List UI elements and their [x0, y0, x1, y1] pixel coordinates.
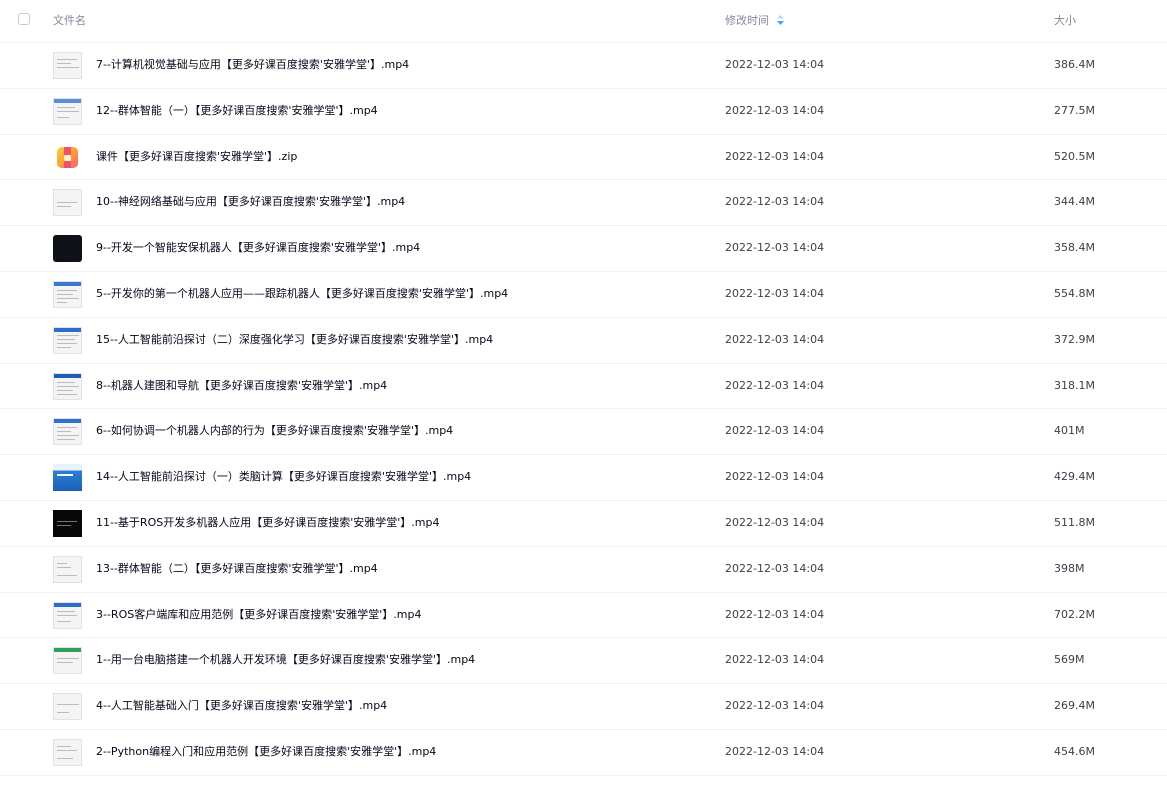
file-modified-time: 2022-12-03 14:04 [725, 378, 825, 392]
video-thumbnail [53, 52, 82, 79]
file-modified-time: 2022-12-03 14:04 [725, 195, 825, 209]
file-size: 569M [1054, 653, 1085, 667]
file-name[interactable]: 4--人工智能基础入门【更多好课百度搜索'安雅学堂'】.mp4 [96, 699, 387, 713]
file-modified-time: 2022-12-03 14:04 [725, 424, 825, 438]
file-name[interactable]: 课件【更多好课百度搜索'安雅学堂'】.zip [96, 150, 297, 164]
file-row[interactable]: 7--计算机视觉基础与应用【更多好课百度搜索'安雅学堂'】.mp4 2022-12… [0, 43, 1167, 89]
column-header-modified-time[interactable]: 修改时间 [725, 14, 769, 28]
file-row[interactable]: 15--人工智能前沿探讨（二）深度强化学习【更多好课百度搜索'安雅学堂'】.mp… [0, 318, 1167, 364]
file-name[interactable]: 5--开发你的第一个机器人应用——跟踪机器人【更多好课百度搜索'安雅学堂'】.m… [96, 287, 508, 301]
video-thumbnail [53, 509, 82, 537]
video-thumbnail [53, 280, 82, 308]
video-thumbnail [53, 372, 82, 400]
file-name[interactable]: 2--Python编程入门和应用范例【更多好课百度搜索'安雅学堂'】.mp4 [96, 745, 436, 759]
video-thumbnail [53, 693, 82, 721]
file-modified-time: 2022-12-03 14:04 [725, 470, 825, 484]
file-list: 7--计算机视觉基础与应用【更多好课百度搜索'安雅学堂'】.mp4 2022-12… [0, 43, 1167, 776]
file-modified-time: 2022-12-03 14:04 [725, 286, 825, 300]
column-header-filename[interactable]: 文件名 [53, 14, 86, 28]
video-thumbnail [53, 738, 82, 766]
file-modified-time: 2022-12-03 14:04 [725, 699, 825, 713]
file-size: 344.4M [1054, 195, 1095, 209]
video-thumbnail [53, 418, 82, 446]
file-size: 554.8M [1054, 286, 1095, 300]
file-name[interactable]: 1--用一台电脑搭建一个机器人开发环境【更多好课百度搜索'安雅学堂'】.mp4 [96, 653, 475, 667]
file-list-header: 文件名 修改时间 大小 [0, 0, 1167, 43]
file-name[interactable]: 15--人工智能前沿探讨（二）深度强化学习【更多好课百度搜索'安雅学堂'】.mp… [96, 333, 493, 347]
file-modified-time: 2022-12-03 14:04 [725, 515, 825, 529]
file-name[interactable]: 11--基于ROS开发多机器人应用【更多好课百度搜索'安雅学堂'】.mp4 [96, 516, 439, 530]
file-modified-time: 2022-12-03 14:04 [725, 58, 825, 71]
file-size: 702.2M [1054, 607, 1095, 621]
video-thumbnail [53, 464, 82, 492]
file-name[interactable]: 10--神经网络基础与应用【更多好课百度搜索'安雅学堂'】.mp4 [96, 195, 405, 209]
video-thumbnail [53, 326, 82, 354]
file-row[interactable]: 6--如何协调一个机器人内部的行为【更多好课百度搜索'安雅学堂'】.mp4 202… [0, 409, 1167, 456]
column-header-size[interactable]: 大小 [1054, 14, 1076, 28]
file-row[interactable]: 8--机器人建图和导航【更多好课百度搜索'安雅学堂'】.mp4 2022-12-0… [0, 364, 1167, 410]
file-name[interactable]: 14--人工智能前沿探讨（一）类脑计算【更多好课百度搜索'安雅学堂'】.mp4 [96, 470, 471, 484]
file-modified-time: 2022-12-03 14:04 [725, 607, 825, 621]
file-row[interactable]: 2--Python编程入门和应用范例【更多好课百度搜索'安雅学堂'】.mp4 20… [0, 730, 1167, 776]
file-row[interactable]: 4--人工智能基础入门【更多好课百度搜索'安雅学堂'】.mp4 2022-12-0… [0, 684, 1167, 730]
file-row[interactable]: 14--人工智能前沿探讨（一）类脑计算【更多好课百度搜索'安雅学堂'】.mp4 2… [0, 455, 1167, 501]
file-modified-time: 2022-12-03 14:04 [725, 149, 825, 163]
file-size: 511.8M [1054, 515, 1095, 529]
video-thumbnail [53, 235, 82, 263]
file-row[interactable]: 11--基于ROS开发多机器人应用【更多好课百度搜索'安雅学堂'】.mp4 202… [0, 501, 1167, 547]
file-size: 429.4M [1054, 470, 1095, 484]
file-modified-time: 2022-12-03 14:04 [725, 103, 825, 117]
video-thumbnail [53, 555, 82, 583]
file-size: 358.4M [1054, 241, 1095, 255]
file-modified-time: 2022-12-03 14:04 [725, 744, 825, 758]
file-name[interactable]: 8--机器人建图和导航【更多好课百度搜索'安雅学堂'】.mp4 [96, 379, 387, 393]
file-size: 454.6M [1054, 744, 1095, 758]
file-size: 318.1M [1054, 378, 1095, 392]
select-all-checkbox[interactable] [18, 13, 30, 25]
video-thumbnail [53, 189, 82, 217]
file-modified-time: 2022-12-03 14:04 [725, 561, 825, 575]
file-size: 401M [1054, 424, 1085, 438]
video-thumbnail [53, 601, 82, 629]
file-name[interactable]: 3--ROS客户端库和应用范例【更多好课百度搜索'安雅学堂'】.mp4 [96, 608, 421, 622]
file-row[interactable]: 课件【更多好课百度搜索'安雅学堂'】.zip 2022-12-03 14:04 52… [0, 135, 1167, 181]
file-name[interactable]: 12--群体智能（一）【更多好课百度搜索'安雅学堂'】.mp4 [96, 104, 378, 118]
file-modified-time: 2022-12-03 14:04 [725, 332, 825, 346]
file-row[interactable]: 13--群体智能（二）【更多好课百度搜索'安雅学堂'】.mp4 2022-12-0… [0, 547, 1167, 593]
file-row[interactable]: 1--用一台电脑搭建一个机器人开发环境【更多好课百度搜索'安雅学堂'】.mp4 2… [0, 638, 1167, 685]
video-thumbnail [53, 647, 82, 675]
file-name[interactable]: 7--计算机视觉基础与应用【更多好课百度搜索'安雅学堂'】.mp4 [96, 58, 409, 72]
file-name[interactable]: 13--群体智能（二）【更多好课百度搜索'安雅学堂'】.mp4 [96, 562, 378, 576]
file-row[interactable]: 5--开发你的第一个机器人应用——跟踪机器人【更多好课百度搜索'安雅学堂'】.m… [0, 272, 1167, 318]
file-size: 269.4M [1054, 699, 1095, 713]
zip-archive-icon [53, 144, 82, 171]
file-row[interactable]: 9--开发一个智能安保机器人【更多好课百度搜索'安雅学堂'】.mp4 2022-1… [0, 226, 1167, 272]
file-row[interactable]: 12--群体智能（一）【更多好课百度搜索'安雅学堂'】.mp4 2022-12-0… [0, 89, 1167, 135]
file-modified-time: 2022-12-03 14:04 [725, 653, 825, 667]
file-row[interactable]: 3--ROS客户端库和应用范例【更多好课百度搜索'安雅学堂'】.mp4 2022-… [0, 593, 1167, 639]
file-size: 386.4M [1054, 58, 1095, 71]
file-size: 520.5M [1054, 149, 1095, 163]
file-row[interactable]: 10--神经网络基础与应用【更多好课百度搜索'安雅学堂'】.mp4 2022-12… [0, 180, 1167, 227]
file-size: 277.5M [1054, 103, 1095, 117]
file-name[interactable]: 9--开发一个智能安保机器人【更多好课百度搜索'安雅学堂'】.mp4 [96, 241, 420, 255]
file-modified-time: 2022-12-03 14:04 [725, 241, 825, 255]
file-size: 398M [1054, 561, 1085, 575]
file-name[interactable]: 6--如何协调一个机器人内部的行为【更多好课百度搜索'安雅学堂'】.mp4 [96, 424, 453, 438]
file-size: 372.9M [1054, 332, 1095, 346]
sort-descending-icon[interactable] [776, 14, 785, 26]
video-thumbnail [53, 97, 82, 125]
